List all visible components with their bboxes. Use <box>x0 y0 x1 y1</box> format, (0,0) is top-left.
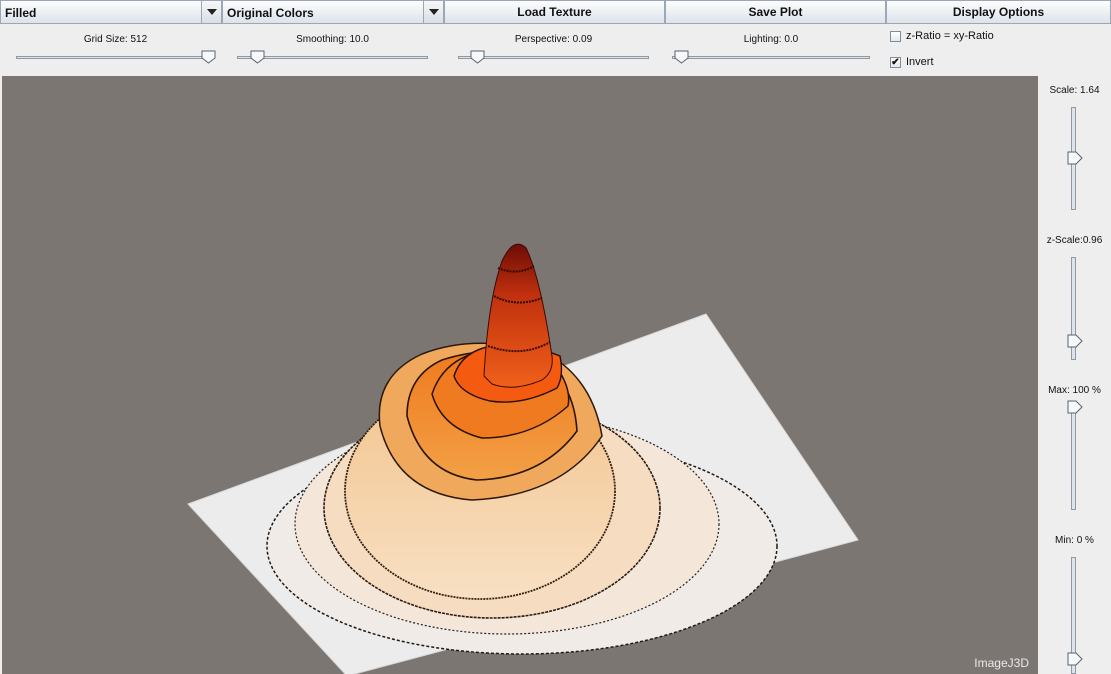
grid-size-slider[interactable]: Grid Size: 512 <box>16 34 216 66</box>
slider-thumb[interactable] <box>250 50 265 64</box>
grid-size-label: Grid Size: 512 <box>83 34 148 45</box>
slider-track[interactable] <box>458 56 649 59</box>
slider-track[interactable] <box>16 56 215 59</box>
z-ratio-label: z-Ratio = xy-Ratio <box>906 30 994 42</box>
perspective-label: Perspective: 0.09 <box>514 34 593 45</box>
slider-thumb[interactable] <box>1067 151 1083 165</box>
max-slider[interactable]: Max: 100 % <box>1038 385 1111 510</box>
lighting-label: Lighting: 0.0 <box>743 34 799 45</box>
min-label: Min: 0 % <box>1055 535 1094 546</box>
slider-track[interactable] <box>1071 407 1076 510</box>
slider-thumb[interactable] <box>1067 400 1083 414</box>
surface-plot-canvas[interactable]: ImageJ3D <box>2 76 1038 674</box>
color-mode-value: Original Colors <box>227 6 314 20</box>
scale-label: Scale: 1.64 <box>1049 85 1100 96</box>
smoothing-label: Smoothing: 10.0 <box>296 34 369 45</box>
scale-slider[interactable]: Scale: 1.64 <box>1038 85 1111 210</box>
slider-thumb[interactable] <box>201 50 216 64</box>
checkbox-box[interactable] <box>890 31 901 42</box>
slider-track[interactable] <box>672 56 870 59</box>
check-mark-icon[interactable]: ✔ <box>890 57 901 68</box>
imagej3d-watermark: ImageJ3D <box>974 656 1029 670</box>
chevron-down-icon[interactable] <box>201 1 221 23</box>
slider-thumb[interactable] <box>1067 334 1083 348</box>
display-options-button[interactable]: Display Options <box>886 0 1111 24</box>
min-slider[interactable]: Min: 0 % <box>1038 535 1111 674</box>
slider-thumb[interactable] <box>674 50 689 64</box>
color-mode-dropdown[interactable]: Original Colors <box>222 0 444 24</box>
save-plot-button[interactable]: Save Plot <box>665 0 886 24</box>
render-mode-value: Filled <box>5 6 37 20</box>
side-slider-panel: Scale: 1.64 z-Scale:0.96 Max: 100 % Min:… <box>1038 76 1111 674</box>
lighting-slider[interactable]: Lighting: 0.0 <box>672 34 870 66</box>
max-label: Max: 100 % <box>1048 385 1101 396</box>
render-mode-dropdown[interactable]: Filled <box>0 0 222 24</box>
perspective-slider[interactable]: Perspective: 0.09 <box>458 34 649 66</box>
z-scale-slider[interactable]: z-Scale:0.96 <box>1038 235 1111 360</box>
slider-thumb[interactable] <box>1067 652 1083 666</box>
invert-label: Invert <box>906 56 934 68</box>
load-texture-button[interactable]: Load Texture <box>444 0 665 24</box>
smoothing-slider[interactable]: Smoothing: 10.0 <box>237 34 428 66</box>
z-scale-label: z-Scale:0.96 <box>1046 235 1103 246</box>
toolbar: Filled Original Colors Load Texture Save… <box>0 0 1111 26</box>
surface-plot-render <box>187 243 859 674</box>
slider-track[interactable] <box>237 56 428 59</box>
chevron-down-icon[interactable] <box>423 1 443 23</box>
slider-thumb[interactable] <box>470 50 485 64</box>
